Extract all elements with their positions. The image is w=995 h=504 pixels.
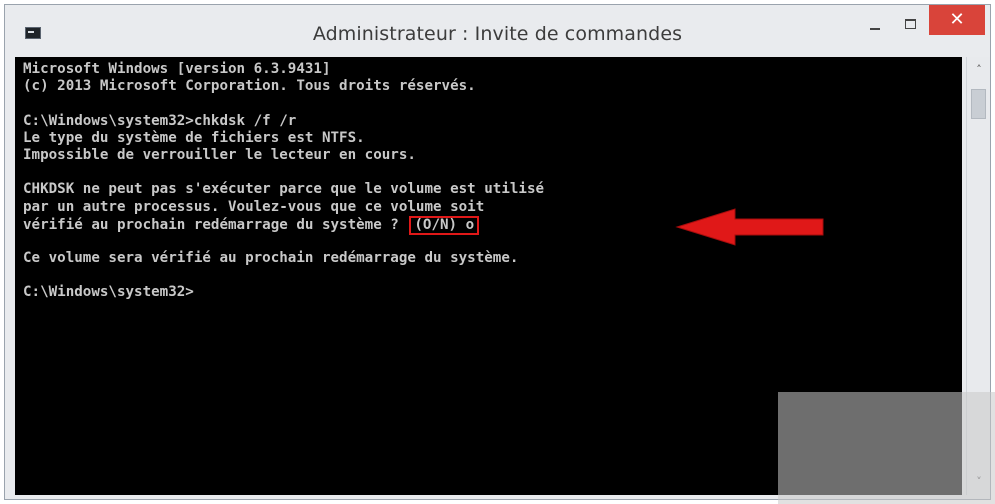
maximize-icon: [905, 19, 916, 29]
window-title: Administrateur : Invite de commandes: [312, 23, 683, 45]
console-prompt: C:\Windows\system32>: [23, 284, 194, 301]
scroll-up-button[interactable]: ˄: [967, 61, 991, 79]
answer-highlight-box: (O/N) o: [409, 215, 480, 235]
console-prompt-line: vérifié au prochain redémarrage du systè…: [23, 215, 544, 235]
minimize-button[interactable]: [861, 13, 889, 37]
console-line: Microsoft Windows [version 6.3.9431]: [23, 61, 331, 77]
minimize-icon: [870, 28, 880, 30]
console-line: par un autre processus. Voulez-vous que …: [23, 198, 485, 215]
red-arrow-left-icon: [675, 208, 824, 246]
console-line: Impossible de verrouiller le lecteur en …: [23, 146, 416, 163]
console-line: C:\Windows\system32>chkdsk /f /r: [23, 112, 297, 129]
close-button[interactable]: ✕: [929, 5, 985, 35]
console-lines: Microsoft Windows [version 6.3.9431] (c)…: [23, 61, 544, 302]
console-line: Ce volume sera vérifié au prochain redém…: [23, 250, 519, 267]
console-line: Le type du système de fichiers est NTFS.: [23, 129, 365, 146]
watermark-overlay: [778, 392, 995, 504]
scroll-thumb[interactable]: [971, 89, 986, 119]
console-line: CHKDSK ne peut pas s'exécuter parce que …: [23, 181, 545, 198]
console-line: (c) 2013 Microsoft Corporation. Tous dro…: [23, 78, 476, 95]
title-bar[interactable]: Administrateur : Invite de commandes ✕: [5, 5, 990, 57]
close-icon: ✕: [949, 9, 965, 30]
console-question: vérifié au prochain redémarrage du systè…: [23, 216, 399, 233]
maximize-button[interactable]: [897, 13, 925, 37]
